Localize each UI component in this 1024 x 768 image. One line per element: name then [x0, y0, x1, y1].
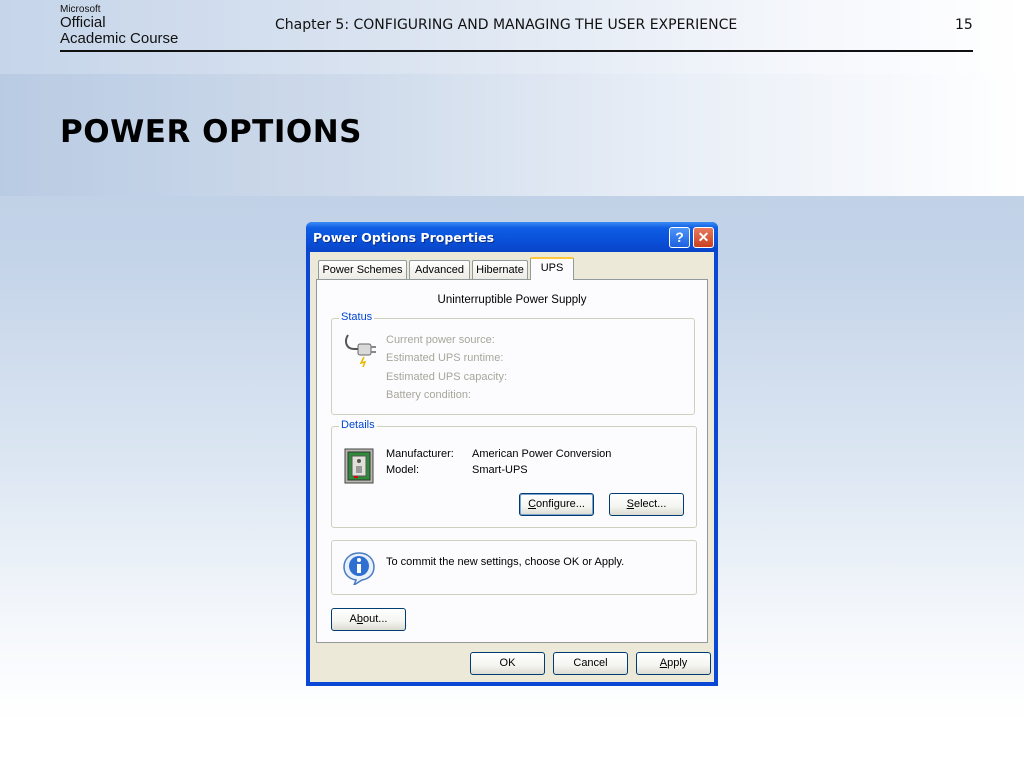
close-button[interactable]: ✕	[693, 227, 714, 248]
logo-line-2: Academic Course	[60, 30, 179, 47]
configure-label-post: onfigure...	[536, 498, 585, 510]
details-group: Details Manufacturer: American Power Con…	[331, 419, 697, 528]
select-accesskey: S	[626, 498, 634, 510]
about-label-post: out...	[363, 613, 388, 625]
ups-tab-panel: Uninterruptible Power Supply Status Curr…	[316, 279, 708, 643]
apply-label-post: pply	[667, 657, 688, 669]
ups-heading: Uninterruptible Power Supply	[437, 294, 587, 306]
dialog-client-area: Power Schemes Advanced Hibernate UPS Uni…	[310, 252, 714, 682]
power-plug-icon	[342, 333, 378, 370]
microsoft-official-academic-course-logo: Microsoft Official Academic Course	[60, 4, 178, 47]
close-icon: ✕	[697, 229, 710, 245]
apply-button[interactable]: Apply	[636, 652, 711, 675]
about-label-pre: A	[349, 613, 357, 625]
chapter-title: Chapter 5: CONFIGURING AND MANAGING THE …	[275, 17, 738, 33]
configure-button[interactable]: Configure...	[519, 493, 594, 516]
info-group: To commit the new settings, choose OK or…	[331, 540, 697, 595]
header-divider	[60, 50, 973, 52]
status-battery-condition: Battery condition:	[386, 389, 471, 401]
status-group: Status Current power source: Estimated U…	[331, 311, 695, 415]
status-estimated-runtime: Estimated UPS runtime:	[386, 352, 504, 364]
info-icon	[342, 551, 376, 588]
select-button[interactable]: Select...	[609, 493, 684, 516]
info-message: To commit the new settings, choose OK or…	[386, 556, 625, 568]
select-label-post: elect...	[633, 498, 667, 510]
tab-ups[interactable]: UPS	[530, 257, 574, 280]
help-icon: ?	[675, 229, 684, 245]
details-group-label: Details	[339, 419, 377, 431]
ups-device-icon	[342, 447, 376, 488]
cancel-button[interactable]: Cancel	[553, 652, 628, 675]
help-button[interactable]: ?	[669, 227, 690, 248]
model-value: Smart-UPS	[472, 464, 528, 476]
logo-line-1: Official	[60, 14, 106, 31]
configure-accesskey: C	[528, 498, 537, 510]
ok-button[interactable]: OK	[470, 652, 545, 675]
manufacturer-value: American Power Conversion	[472, 448, 612, 460]
dialog-title: Power Options Properties	[313, 230, 495, 245]
tab-power-schemes[interactable]: Power Schemes	[318, 260, 407, 279]
power-options-dialog: Power Options Properties ? ✕ Power Schem…	[306, 222, 718, 686]
apply-accesskey: A	[659, 657, 668, 669]
tab-hibernate[interactable]: Hibernate	[472, 260, 528, 279]
manufacturer-label: Manufacturer:	[386, 448, 454, 460]
dialog-titlebar[interactable]: Power Options Properties ? ✕	[306, 222, 718, 252]
tab-advanced[interactable]: Advanced	[409, 260, 470, 279]
model-label: Model:	[386, 464, 420, 476]
status-estimated-capacity: Estimated UPS capacity:	[386, 371, 508, 383]
about-button[interactable]: About...	[331, 608, 406, 631]
status-current-power-source: Current power source:	[386, 334, 495, 346]
page-number: 15	[955, 17, 973, 33]
slide-title: POWER OPTIONS	[60, 114, 362, 150]
status-group-label: Status	[339, 311, 375, 323]
